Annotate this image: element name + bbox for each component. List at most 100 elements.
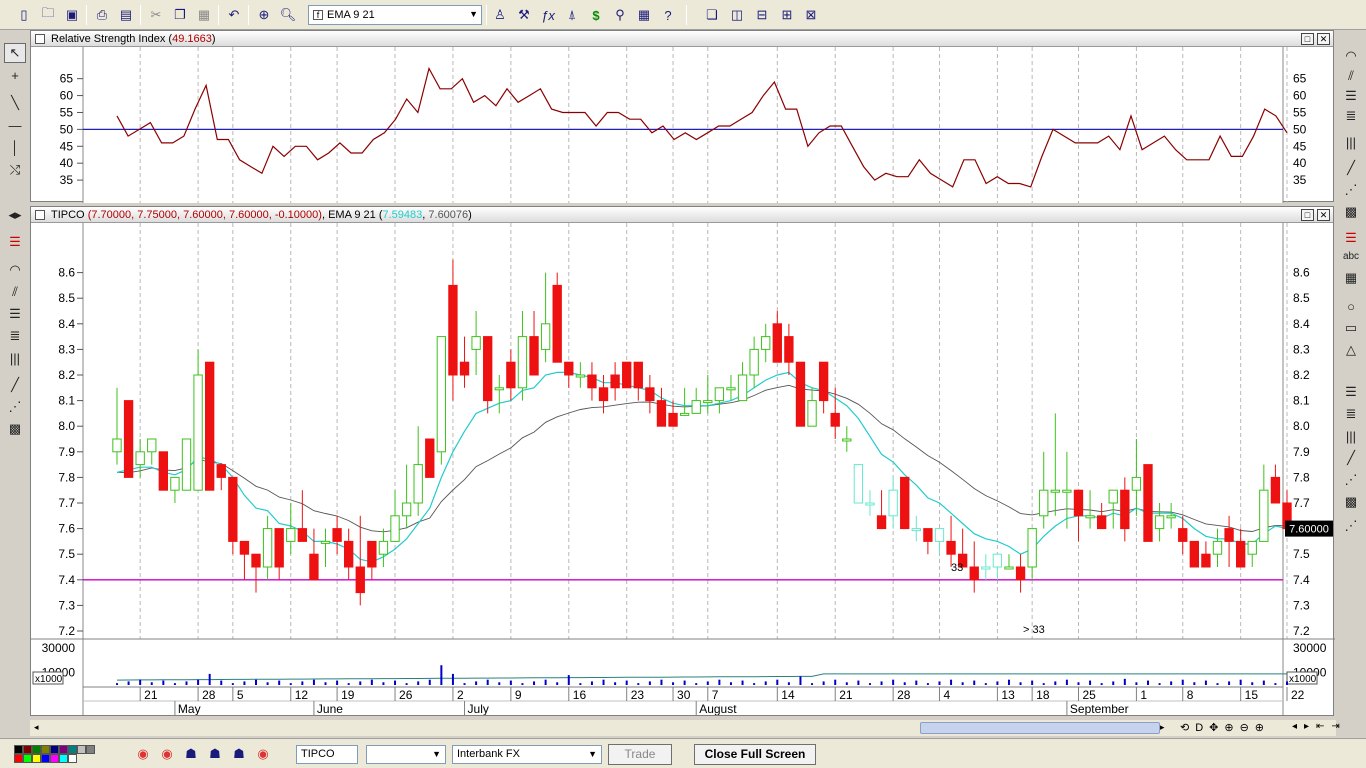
print-icon[interactable]: ⎙ (92, 5, 112, 25)
people-icon[interactable]: ☗ (205, 744, 225, 764)
binoculars-icon[interactable]: ⚲ (610, 5, 630, 25)
dollar-icon[interactable]: $ (586, 5, 606, 25)
layout-icon[interactable]: ⊠ (801, 5, 821, 25)
fib-tool-2-icon[interactable]: ☰ (1340, 382, 1362, 402)
gann-fan-icon[interactable]: ⋰ (1340, 180, 1362, 200)
arc-tool-icon[interactable]: ◠ (4, 260, 26, 280)
new-file-icon[interactable]: ▯ (14, 5, 34, 25)
people-icon[interactable]: ☗ (181, 744, 201, 764)
close-full-screen-button[interactable]: Close Full Screen (694, 744, 816, 765)
tile-grid-icon[interactable]: ⊞ (777, 5, 797, 25)
chevron-down-icon[interactable]: ▼ (432, 746, 441, 763)
color-swatch[interactable] (77, 745, 86, 754)
trade-button[interactable]: Trade (608, 744, 672, 765)
color-swatch[interactable] (50, 745, 59, 754)
trend-channel-icon[interactable]: ╱ (1340, 158, 1362, 178)
browser-icon[interactable]: ◉ (157, 744, 177, 764)
color-swatch[interactable] (86, 745, 95, 754)
fib-tool-3-icon[interactable]: ≣ (1340, 404, 1362, 424)
cascade-icon[interactable]: ❏ (702, 5, 722, 25)
pane-menu-icon[interactable] (35, 34, 45, 44)
speed-lines-icon[interactable]: ⋰ (1340, 470, 1362, 490)
fib-fan-icon[interactable]: ⫽ (1340, 66, 1362, 86)
crosshair-icon[interactable]: ⊕ (254, 5, 274, 25)
color-swatch[interactable] (68, 745, 77, 754)
line-tool-icon[interactable]: ╲ (4, 93, 26, 113)
color-swatch[interactable] (41, 754, 50, 763)
color-swatch[interactable] (59, 754, 68, 763)
tile-horizontal-icon[interactable]: ⊟ (752, 5, 772, 25)
arc-icon[interactable]: ◠ (1340, 46, 1362, 66)
chevron-down-icon[interactable]: ▼ (469, 9, 478, 19)
browser-icon[interactable]: ◉ (253, 744, 273, 764)
alarm-icon[interactable]: ⚒ (514, 5, 534, 25)
browser-icon[interactable]: ◉ (133, 744, 153, 764)
fib-retracement-icon[interactable]: ☰ (4, 304, 26, 324)
color-swatch[interactable] (14, 745, 23, 754)
time-zones-icon[interactable]: ||| (1340, 132, 1362, 152)
speed-resistance-icon[interactable]: ⋰ (1340, 516, 1362, 536)
fibonacci-icon[interactable]: ⍋ (562, 5, 582, 25)
calendar-icon[interactable]: ▦ (1340, 268, 1362, 288)
paste-icon[interactable]: ▦ (194, 5, 214, 25)
function-icon[interactable]: ƒx (538, 5, 558, 25)
scroll-thumb[interactable] (920, 722, 1160, 734)
channel-icon[interactable]: ╱ (4, 375, 26, 395)
cycle-icon[interactable]: ||| (1340, 426, 1362, 446)
triangle-icon[interactable]: △ (1340, 340, 1362, 360)
ellipse-icon[interactable]: ○ (1340, 296, 1362, 316)
grid-tool-icon[interactable]: ▩ (4, 419, 26, 439)
fib-extension-icon[interactable]: ≣ (4, 326, 26, 346)
flag-tool-icon[interactable]: ☰ (1340, 228, 1362, 248)
open-folder-icon[interactable]: 🗀 (38, 5, 58, 25)
cut-icon[interactable]: ✂ (146, 5, 166, 25)
undo-icon[interactable]: ↶ (224, 5, 244, 25)
help-icon[interactable]: ? (658, 5, 678, 25)
market-select[interactable]: Interbank FX ▼ (452, 745, 602, 764)
color-swatch[interactable] (14, 754, 23, 763)
tile-vertical-icon[interactable]: ◫ (727, 5, 747, 25)
indicator-icon[interactable]: ♙ (490, 5, 510, 25)
scroll-left-icon[interactable]: ◂ (34, 722, 39, 733)
pattern-icon[interactable]: ▩ (1340, 202, 1362, 222)
color-swatch[interactable] (50, 754, 59, 763)
maximize-icon[interactable]: □ (1301, 209, 1314, 221)
pitchfork-icon[interactable]: ⫽ (4, 282, 26, 302)
maximize-icon[interactable]: □ (1301, 33, 1314, 45)
close-icon[interactable]: ✕ (1317, 33, 1330, 45)
chart-scroll-buttons[interactable]: ◂▸⇤⇥ (1292, 721, 1347, 732)
color-swatch[interactable] (32, 754, 41, 763)
color-swatch[interactable] (32, 745, 41, 754)
cursor-icon[interactable]: ↖ (4, 43, 26, 63)
vertical-line-icon[interactable]: │ (4, 137, 26, 157)
horizontal-scrollbar[interactable]: ◂ ▸ ⟲D✥⊕⊖⊕ ◂▸⇤⇥ (30, 720, 1340, 736)
people-icon[interactable]: ☗ (229, 744, 249, 764)
copy-icon[interactable]: ❐ (170, 5, 190, 25)
period-select[interactable]: ▼ (366, 745, 446, 764)
save-icon[interactable]: ▣ (62, 5, 82, 25)
flag-icon[interactable]: ☰ (4, 232, 26, 252)
cycle-lines-icon[interactable]: ||| (4, 348, 26, 368)
pane-menu-icon[interactable] (35, 210, 45, 220)
zoom-icon[interactable]: 🔍︎ (278, 5, 298, 25)
color-swatch[interactable] (41, 745, 50, 754)
expand-icon[interactable]: ◂▸ (4, 205, 26, 225)
scroll-right-icon[interactable]: ▸ (1160, 722, 1165, 733)
gann-grid-icon[interactable]: ▩ (1340, 492, 1362, 512)
properties-icon[interactable]: ▦ (634, 5, 654, 25)
angle-line-icon[interactable]: ╱ (1340, 448, 1362, 468)
chevron-down-icon[interactable]: ▼ (588, 746, 597, 763)
color-swatch[interactable] (23, 754, 32, 763)
fib-levels-icon[interactable]: ☰ (1340, 86, 1362, 106)
fan-icon[interactable]: ⋰ (4, 397, 26, 417)
color-swatch[interactable] (23, 745, 32, 754)
symbol-field[interactable]: TIPCO (296, 745, 358, 764)
print-preview-icon[interactable]: ▤ (116, 5, 136, 25)
ray-tool-icon[interactable]: ⤭ (4, 160, 26, 180)
rectangle-icon[interactable]: ▭ (1340, 318, 1362, 338)
color-palette[interactable] (14, 745, 102, 763)
text-tool-icon[interactable]: abc (1340, 246, 1362, 266)
indicator-select[interactable]: f EMA 9 21 ▼ (308, 5, 482, 25)
horizontal-line-icon[interactable]: — (4, 115, 26, 135)
crosshair-tool-icon[interactable]: + (4, 65, 26, 85)
